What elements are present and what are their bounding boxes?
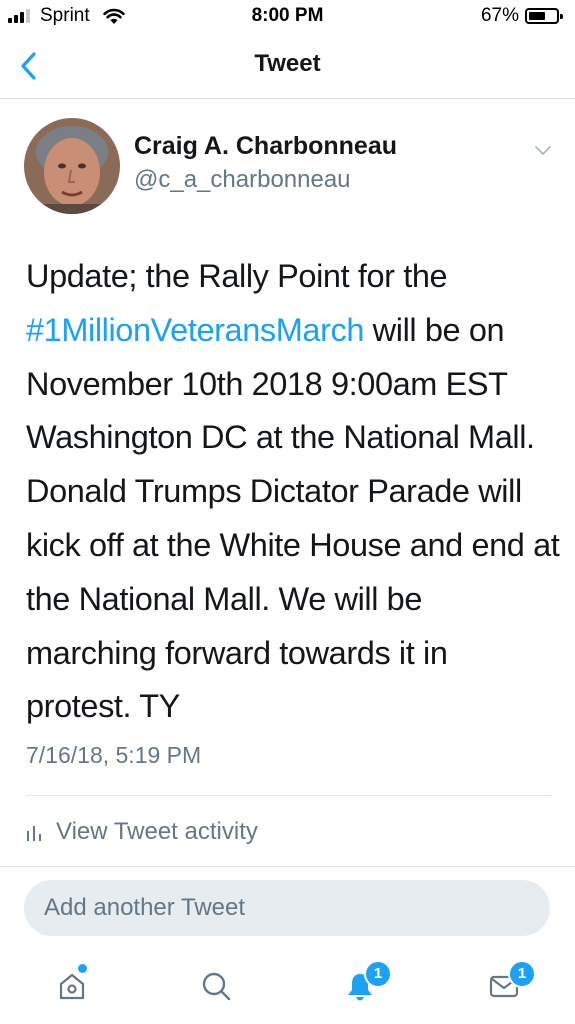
avatar-photo xyxy=(24,118,120,214)
search-icon xyxy=(202,972,231,1001)
bar-chart-icon xyxy=(27,826,41,841)
status-bar: Sprint 8:00 PM 67% xyxy=(0,0,575,34)
nav-header: Tweet xyxy=(0,34,575,99)
battery-icon xyxy=(525,8,563,24)
tab-home[interactable] xyxy=(44,960,100,1010)
tab-search[interactable] xyxy=(188,960,244,1010)
tab-messages[interactable]: 1 xyxy=(476,960,536,1010)
messages-badge: 1 xyxy=(508,960,536,988)
view-activity-button[interactable]: View Tweet activity xyxy=(26,812,258,852)
author-handle[interactable]: @c_a_charbonneau xyxy=(134,166,351,194)
tweet-text-end: will be on November 10th 2018 9:00am EST… xyxy=(26,311,560,725)
view-activity-label: View Tweet activity xyxy=(56,818,258,845)
chevron-down-icon[interactable] xyxy=(533,140,553,160)
page-title: Tweet xyxy=(254,50,321,77)
tweet-text: Update; the Rally Point for the #1Millio… xyxy=(26,250,561,734)
add-tweet-placeholder: Add another Tweet xyxy=(44,894,246,921)
notifications-badge: 1 xyxy=(364,960,392,988)
avatar[interactable] xyxy=(24,118,120,214)
tab-notifications[interactable]: 1 xyxy=(332,960,392,1010)
author-name[interactable]: Craig A. Charbonneau xyxy=(134,132,397,161)
home-icon xyxy=(59,973,85,1000)
tweet-text-start: Update; the Rally Point for the xyxy=(26,258,448,294)
divider xyxy=(0,866,575,867)
hashtag-link[interactable]: #1MillionVeteransMarch xyxy=(26,312,364,348)
add-tweet-input[interactable]: Add another Tweet xyxy=(24,880,550,936)
tweet-timestamp: 7/16/18, 5:19 PM xyxy=(26,742,202,768)
tab-bar: 1 1 xyxy=(0,950,575,1024)
battery-percentage: 67% xyxy=(480,5,519,26)
divider xyxy=(26,795,551,796)
home-indicator-dot xyxy=(78,964,87,973)
